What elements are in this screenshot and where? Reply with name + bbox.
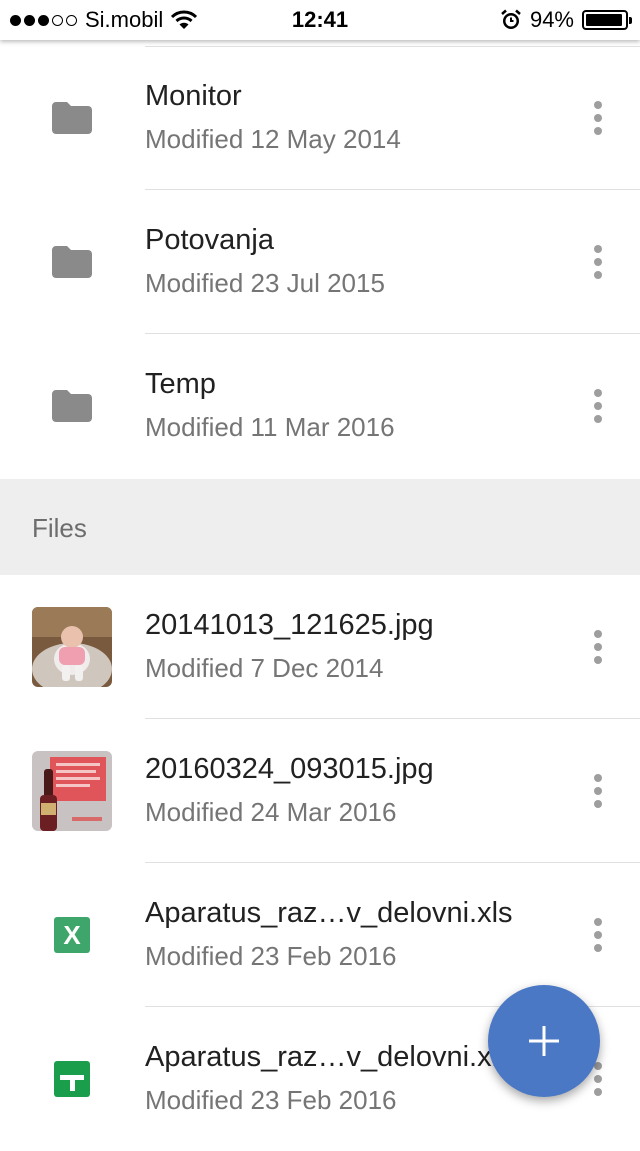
files-section-header: Files xyxy=(0,479,640,575)
signal-dot xyxy=(10,14,21,26)
status-left: Si.mobil xyxy=(10,0,198,40)
alarm-icon xyxy=(501,9,521,29)
section-title: Files xyxy=(32,513,87,543)
file-row[interactable]: 20141013_121625.jpg Modified 7 Dec 2014 xyxy=(0,575,640,719)
battery-level xyxy=(586,14,622,26)
folder-row-potovanja[interactable]: Potovanja Modified 23 Jul 2015 xyxy=(0,190,640,334)
file-row[interactable]: 20160324_093015.jpg Modified 24 Mar 2016 xyxy=(0,719,640,863)
folder-icon xyxy=(32,366,112,446)
status-bar: Si.mobil 12:41 94% xyxy=(0,0,640,40)
more-options-icon[interactable] xyxy=(578,94,618,142)
plus-icon xyxy=(529,1026,559,1056)
image-thumbnail xyxy=(32,607,112,687)
file-name: 20141013_121625.jpg xyxy=(145,609,434,641)
more-options-icon[interactable] xyxy=(578,767,618,815)
file-name: 20160324_093015.jpg xyxy=(145,753,434,785)
status-right: 94% xyxy=(500,0,632,40)
folder-row-temp[interactable]: Temp Modified 11 Mar 2016 xyxy=(0,334,640,478)
wifi-icon xyxy=(171,10,198,29)
google-sheets-icon-box xyxy=(32,1039,112,1119)
modified-date: Modified 24 Mar 2016 xyxy=(145,797,397,827)
folder-icon xyxy=(32,222,112,302)
folder-name: Potovanja xyxy=(145,224,274,256)
modified-date: Modified 11 Mar 2016 xyxy=(145,412,395,442)
folder-icon xyxy=(32,78,112,158)
battery-icon xyxy=(582,10,632,30)
modified-date: Modified 23 Jul 2015 xyxy=(145,268,385,298)
signal-dot xyxy=(66,14,77,26)
carrier-name: Si.mobil xyxy=(85,7,164,32)
file-name: Aparatus_raz…v_delovni.xls xyxy=(145,1041,513,1073)
modified-date: Modified 23 Feb 2016 xyxy=(145,1085,397,1115)
signal-dot xyxy=(38,14,49,26)
folder-row-monitor[interactable]: Monitor Modified 12 May 2014 xyxy=(0,46,640,190)
modified-date: Modified 7 Dec 2014 xyxy=(145,653,384,683)
signal-strength-icon xyxy=(10,14,77,26)
more-options-icon[interactable] xyxy=(578,623,618,671)
signal-dot xyxy=(52,14,63,26)
more-options-icon[interactable] xyxy=(578,238,618,286)
battery-cap xyxy=(629,17,632,24)
excel-icon: X xyxy=(54,917,90,953)
signal-dot xyxy=(24,14,35,26)
folder-name: Temp xyxy=(145,368,216,400)
file-name: Aparatus_raz…v_delovni.xls xyxy=(145,897,513,929)
new-item-button[interactable] xyxy=(488,985,600,1097)
modified-date: Modified 12 May 2014 xyxy=(145,124,401,154)
more-options-icon[interactable] xyxy=(578,382,618,430)
excel-icon-box: X xyxy=(32,895,112,975)
image-thumbnail xyxy=(32,751,112,831)
modified-date: Modified 23 Feb 2016 xyxy=(145,941,397,971)
more-options-icon[interactable] xyxy=(578,911,618,959)
folder-name: Monitor xyxy=(145,80,242,112)
google-sheets-icon xyxy=(54,1061,90,1097)
battery-percentage: 94% xyxy=(529,7,574,32)
